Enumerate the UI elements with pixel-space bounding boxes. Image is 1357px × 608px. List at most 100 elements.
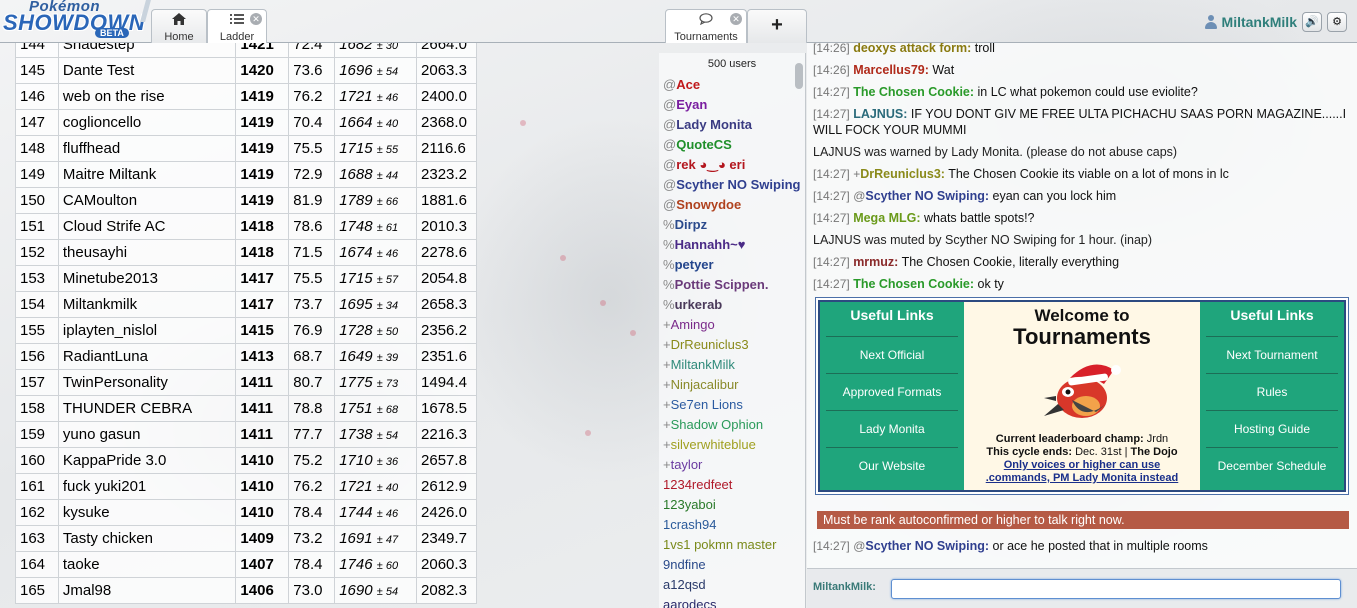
userlist-item[interactable]: aarodecs — [659, 595, 805, 608]
player-name-cell[interactable]: CAMoulton — [57, 187, 237, 214]
userlist-item[interactable]: @Snowydoe — [659, 195, 805, 215]
player-name-cell[interactable]: Tasty chicken — [57, 525, 237, 552]
user-rank-symbol: + — [663, 357, 671, 372]
player-name-cell[interactable]: KappaPride 3.0 — [57, 447, 237, 474]
userlist-scrollbar[interactable] — [795, 63, 803, 89]
userlist-item[interactable]: 1crash94 — [659, 515, 805, 535]
timestamp: [14:27] — [813, 539, 850, 553]
sender-name[interactable]: Scyther NO Swiping: — [865, 539, 989, 553]
userlist-item[interactable]: 123yaboi — [659, 495, 805, 515]
userlist-item[interactable]: +Amingo — [659, 315, 805, 335]
sender-name[interactable]: Mega MLG: — [853, 211, 920, 225]
glicko-deviation: ± 47 — [376, 534, 399, 546]
userlist-item[interactable]: @Scyther NO Swiping — [659, 175, 805, 195]
player-name-cell[interactable]: kysuke — [57, 499, 237, 526]
player-name-cell[interactable]: web on the rise — [57, 83, 237, 110]
sound-icon[interactable]: 🔊 — [1302, 12, 1322, 32]
user-rank-symbol: + — [663, 457, 671, 472]
userlist-item[interactable]: +Shadow Ophion — [659, 415, 805, 435]
sender-name[interactable]: Scyther NO Swiping: — [865, 189, 989, 203]
player-name-cell[interactable]: THUNDER CEBRA — [57, 395, 237, 422]
player-name-cell[interactable]: coglioncello — [57, 109, 237, 136]
userlist-item[interactable]: %Hannahh~♥ — [659, 235, 805, 255]
userlist-item[interactable]: 9ndfine — [659, 555, 805, 575]
userlist-item[interactable]: +DrReuniclus3 — [659, 335, 805, 355]
userlist-item[interactable]: a12qsd — [659, 575, 805, 595]
tab-ladder[interactable]: Ladder ✕ — [207, 9, 267, 43]
link-december-schedule[interactable]: December Schedule — [1206, 447, 1338, 484]
player-name-cell[interactable]: taoke — [57, 551, 237, 578]
sender-name[interactable]: LAJNUS: — [853, 107, 907, 121]
userlist-item[interactable]: @Lady Monita — [659, 115, 805, 135]
player-name-cell[interactable]: Maitre Miltank — [57, 161, 237, 188]
close-tab-icon[interactable]: ✕ — [250, 13, 262, 25]
coil-cell: 2060.3 — [416, 551, 477, 578]
sender-name[interactable]: DrReuniclus3: — [860, 167, 945, 181]
userlist-item[interactable]: @Ace — [659, 75, 805, 95]
userlist-item[interactable]: %Pottie Scippen. — [659, 275, 805, 295]
player-name-cell[interactable]: yuno gasun — [57, 421, 237, 448]
userlist-item[interactable]: @Eyan — [659, 95, 805, 115]
username[interactable]: MiltankMilk — [1222, 14, 1297, 30]
player-name-cell[interactable]: theusayhi — [57, 239, 237, 266]
ladder-row: 148 fluffhead 1419 75.5 1715 ± 55 2116.6 — [15, 135, 477, 162]
link-our-website[interactable]: Our Website — [826, 447, 958, 484]
useful-links-right: Useful Links Next Tournament Rules Hosti… — [1200, 302, 1344, 490]
player-name-cell[interactable]: iplayten_nislol — [57, 317, 237, 344]
link-approved-formats[interactable]: Approved Formats — [826, 373, 958, 410]
userlist-item[interactable]: @QuoteCS — [659, 135, 805, 155]
elo-cell: 1407 — [235, 551, 290, 578]
player-name-cell[interactable]: Cloud Strife AC — [57, 213, 237, 240]
new-tab-button[interactable]: + — [747, 9, 807, 43]
link-hosting-guide[interactable]: Hosting Guide — [1206, 410, 1338, 447]
sender-name[interactable]: mrmuz: — [853, 255, 898, 269]
userlist-item[interactable]: %Dirpz — [659, 215, 805, 235]
chat-input[interactable] — [891, 579, 1341, 599]
talk-restriction-warning: Must be rank autoconfirmed or higher to … — [817, 511, 1349, 529]
link-lady-monita[interactable]: Lady Monita — [826, 410, 958, 447]
player-name-cell[interactable]: Jmal98 — [57, 577, 237, 604]
tab-home[interactable]: Home — [151, 9, 207, 43]
userlist-item[interactable]: %petyer — [659, 255, 805, 275]
close-tab-icon[interactable]: ✕ — [730, 13, 742, 25]
tab-tournaments[interactable]: Tournaments ✕ — [665, 9, 747, 43]
userlist-item[interactable]: 1234redfeet — [659, 475, 805, 495]
elo-cell: 1406 — [235, 577, 290, 604]
player-name-cell[interactable]: fluffhead — [57, 135, 237, 162]
userlist-item[interactable]: 1vs1 pokmn master — [659, 535, 805, 555]
userlist-item[interactable]: +silverwhiteblue — [659, 435, 805, 455]
userlist-item[interactable]: @rek ◕‿◕ eri — [659, 155, 805, 175]
sender-name[interactable]: The Chosen Cookie: — [853, 277, 974, 291]
link-rules[interactable]: Rules — [1206, 373, 1338, 410]
elo-cell: 1419 — [235, 109, 290, 136]
player-name-cell[interactable]: Miltankmilk — [57, 291, 237, 318]
player-name-cell[interactable]: Dante Test — [57, 57, 237, 84]
userlist-item[interactable]: +Ninjacalibur — [659, 375, 805, 395]
dojo-link[interactable]: The Dojo — [1131, 446, 1178, 458]
userlist-item[interactable]: +MiltankMilk — [659, 355, 805, 375]
pokemon-showdown-logo[interactable]: Pokémon SHOWDOWN BETA — [3, 0, 153, 42]
userlist-item[interactable]: +Se7en Lions — [659, 395, 805, 415]
userlist-item[interactable]: %urkerab — [659, 295, 805, 315]
player-name-cell[interactable]: Minetube2013 — [57, 265, 237, 292]
userlist-item[interactable]: +taylor — [659, 455, 805, 475]
player-name-cell[interactable]: RadiantLuna — [57, 343, 237, 370]
sender-rank: @ — [853, 189, 866, 203]
chat-input-label: MiltankMilk: — [813, 581, 876, 593]
user-name: DrReuniclus3 — [670, 337, 749, 352]
player-name-cell[interactable]: fuck yuki201 — [57, 473, 237, 500]
link-next-tournament[interactable]: Next Tournament — [1206, 336, 1338, 373]
timestamp: [14:27] — [813, 255, 850, 269]
gear-icon[interactable]: ⚙ — [1327, 12, 1347, 32]
user-icon — [1204, 15, 1217, 29]
user-name: Snowydoe — [676, 197, 742, 212]
glicko-value: 1775 — [339, 374, 373, 391]
glicko-value: 1728 — [339, 322, 373, 339]
chat-message: [14:27] mrmuz: The Chosen Cookie, litera… — [807, 251, 1357, 273]
player-name-cell[interactable]: TwinPersonality — [57, 369, 237, 396]
sender-name[interactable]: Marcellus79: — [853, 63, 929, 77]
sender-name[interactable]: The Chosen Cookie: — [853, 85, 974, 99]
rank-cell: 164 — [15, 551, 59, 578]
link-next-official[interactable]: Next Official — [826, 336, 958, 373]
fletchling-santa-image — [1042, 354, 1126, 429]
